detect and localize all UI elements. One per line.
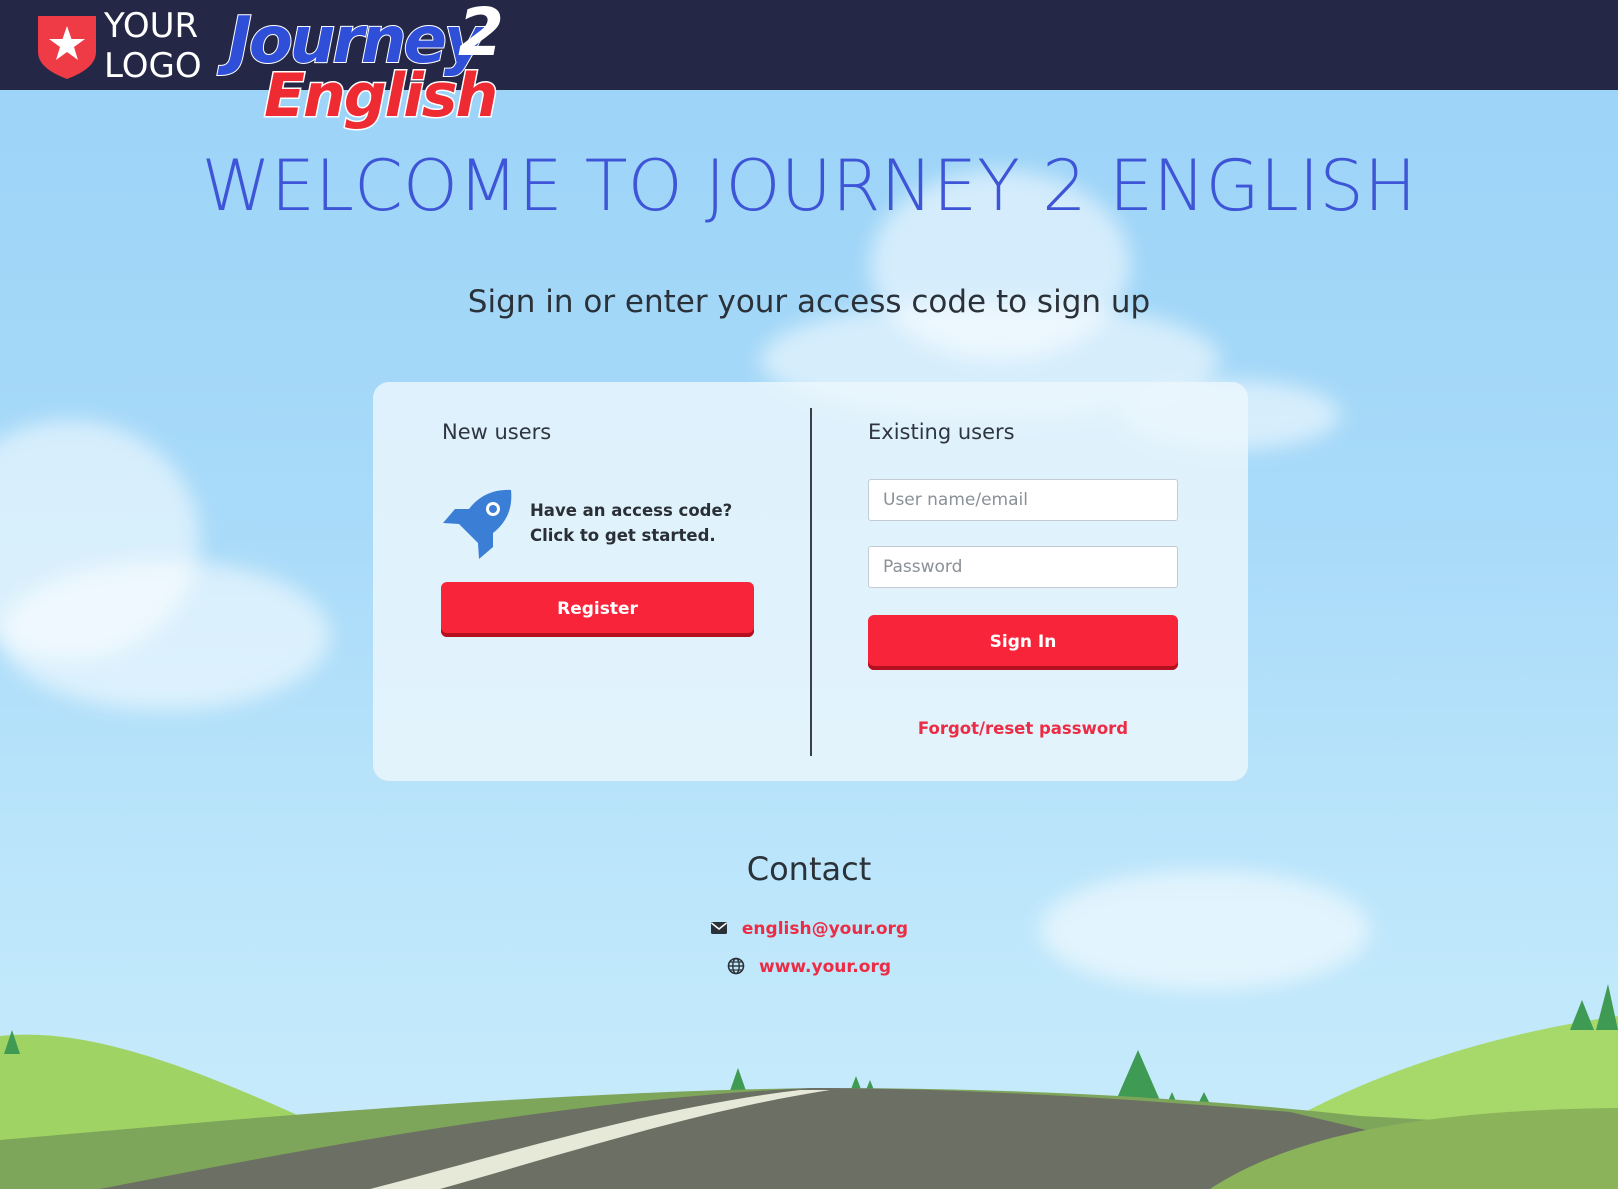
access-code-prompt: Have an access code? Click to get starte… <box>530 498 732 548</box>
logo-text: YOUR LOGO <box>104 6 202 86</box>
username-email-field[interactable] <box>868 479 1178 521</box>
existing-users-heading: Existing users <box>868 420 1015 444</box>
logo-text-line: LOGO <box>104 46 202 86</box>
access-code-prompt-line: Click to get started. <box>530 526 716 545</box>
landscape-illustration <box>0 984 1618 1189</box>
brand-wordmark: Journey 2 English <box>222 0 504 136</box>
website-link[interactable]: www.your.org <box>759 957 891 977</box>
cloud <box>0 560 330 710</box>
contact-heading: Contact <box>746 850 872 888</box>
register-button[interactable]: Register <box>441 582 754 637</box>
shield-logo-icon <box>38 16 96 79</box>
page: YOUR LOGO Journey 2 English WELCOME TO J… <box>0 0 1618 1189</box>
brand-english: English <box>262 61 499 132</box>
envelope-icon <box>710 922 727 934</box>
rocket-icon <box>443 489 512 559</box>
contact-website-row: www.your.org <box>0 954 1618 980</box>
divider <box>810 408 812 756</box>
contact-email-row: english@your.org <box>0 916 1618 942</box>
page-title: WELCOME TO JOURNEY 2 ENGLISH <box>201 145 1417 227</box>
logo-text-line: YOUR <box>104 6 199 46</box>
globe-icon <box>727 957 745 975</box>
email-link[interactable]: english@your.org <box>742 919 908 939</box>
new-users-heading: New users <box>442 420 552 444</box>
forgot-password-link[interactable]: Forgot/reset password <box>868 717 1178 741</box>
brand-number: 2 <box>458 0 504 71</box>
login-card: New users Have an access code? Click to … <box>373 382 1248 781</box>
sign-in-button[interactable]: Sign In <box>868 615 1178 670</box>
password-field[interactable] <box>868 546 1178 588</box>
access-code-prompt-line: Have an access code? <box>530 501 733 520</box>
page-subtitle: Sign in or enter your access code to sig… <box>467 284 1151 320</box>
